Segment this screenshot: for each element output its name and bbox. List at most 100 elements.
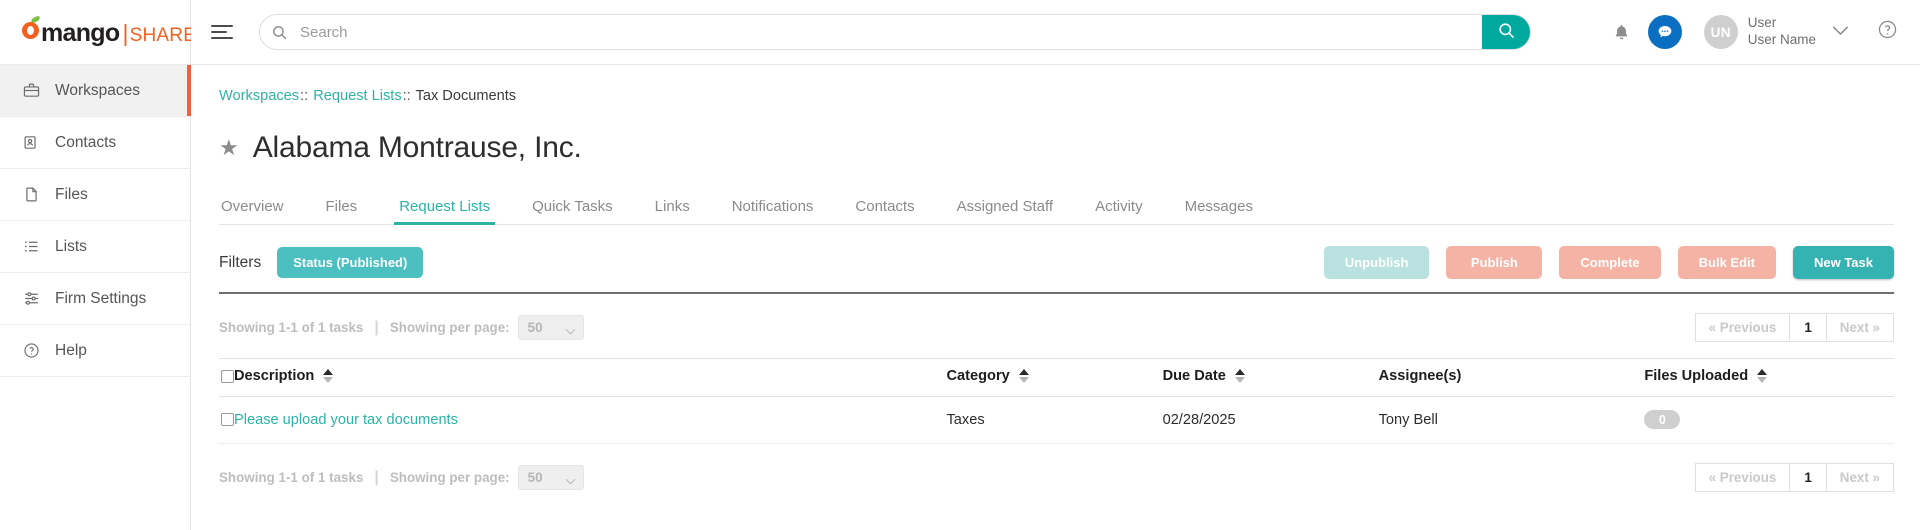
pagination-top: « Previous 1 Next » (1696, 313, 1894, 342)
sidebar-item-workspaces[interactable]: Workspaces (0, 65, 190, 117)
user-line-1: User (1748, 15, 1816, 32)
complete-button[interactable]: Complete (1559, 246, 1660, 279)
pagination-bottom: « Previous 1 Next » (1696, 463, 1894, 492)
next-page-button[interactable]: Next » (1826, 313, 1894, 342)
sort-icon[interactable] (1019, 369, 1029, 383)
select-all-header (219, 359, 234, 397)
column-header-due-date[interactable]: Due Date (1163, 359, 1379, 397)
breadcrumb-link-request-lists[interactable]: Request Lists (313, 88, 401, 104)
column-header-files-uploaded[interactable]: Files Uploaded (1644, 359, 1894, 397)
tab-quick-tasks[interactable]: Quick Tasks (511, 190, 634, 224)
breadcrumb: Workspaces:: Request Lists:: Tax Documen… (219, 65, 1894, 104)
column-label: Category (947, 368, 1010, 384)
breadcrumb-separator: :: (403, 88, 411, 104)
showing-count-label: Showing 1-1 of 1 tasks (219, 470, 363, 485)
select-all-checkbox[interactable] (221, 370, 234, 383)
task-description-link[interactable]: Please upload your tax documents (234, 412, 458, 428)
page-number-button[interactable]: 1 (1789, 313, 1826, 342)
bell-icon[interactable] (1596, 22, 1648, 43)
sidebar-item-label: Lists (55, 238, 87, 256)
tasks-table: Description Category Due Date (219, 358, 1894, 444)
chat-bubble-icon[interactable] (1648, 15, 1682, 49)
sidebar-item-lists[interactable]: Lists (0, 221, 190, 273)
previous-page-button[interactable]: « Previous (1695, 313, 1791, 342)
question-circle-icon (22, 341, 41, 360)
column-label: Due Date (1163, 368, 1226, 384)
cell-assignee: Tony Bell (1379, 397, 1645, 444)
sort-icon[interactable] (1235, 369, 1245, 383)
chevron-down-icon[interactable] (1832, 23, 1849, 41)
tab-notifications[interactable]: Notifications (711, 190, 835, 224)
table-row: Please upload your tax documents Taxes 0… (219, 397, 1894, 444)
bulk-edit-button[interactable]: Bulk Edit (1678, 246, 1776, 279)
column-label: Description (234, 368, 314, 384)
cell-description: Please upload your tax documents (234, 397, 947, 444)
sidebar: mango | SHARE Workspaces (0, 0, 191, 530)
breadcrumb-link-workspaces[interactable]: Workspaces (219, 88, 299, 104)
tab-assigned-staff[interactable]: Assigned Staff (936, 190, 1074, 224)
top-bar: UN User User Name (191, 0, 1920, 65)
sort-icon[interactable] (1757, 369, 1767, 383)
sliders-icon (22, 289, 41, 308)
files-uploaded-badge[interactable]: 0 (1644, 410, 1680, 429)
tab-activity[interactable]: Activity (1074, 190, 1164, 224)
star-icon[interactable]: ★ (219, 137, 239, 159)
brand-logo[interactable]: mango | SHARE (0, 0, 190, 65)
paging-separator: | (374, 469, 378, 487)
sidebar-item-firm-settings[interactable]: Firm Settings (0, 273, 190, 325)
tab-files[interactable]: Files (305, 190, 379, 224)
paging-row-top: Showing 1-1 of 1 tasks | Showing per pag… (219, 313, 1894, 342)
sidebar-item-label: Help (55, 342, 87, 360)
search-submit-button[interactable] (1482, 15, 1530, 49)
sidebar-item-contacts[interactable]: Contacts (0, 117, 190, 169)
publish-button[interactable]: Publish (1446, 246, 1542, 279)
search-icon (260, 15, 298, 49)
tasks-table-head: Description Category Due Date (219, 359, 1894, 397)
table-header-row: Description Category Due Date (219, 359, 1894, 397)
tab-contacts[interactable]: Contacts (834, 190, 935, 224)
cell-category: Taxes (947, 397, 1163, 444)
per-page-select[interactable]: 50 (518, 315, 584, 340)
search-bar (259, 14, 1531, 50)
tab-links[interactable]: Links (634, 190, 711, 224)
column-header-description[interactable]: Description (234, 359, 947, 397)
top-bar-actions: UN User User Name (1570, 15, 1898, 49)
avatar[interactable]: UN (1704, 15, 1738, 49)
column-label: Files Uploaded (1644, 368, 1748, 384)
next-page-button[interactable]: Next » (1826, 463, 1894, 492)
brand-suffix: SHARE (130, 25, 196, 47)
tab-messages[interactable]: Messages (1164, 190, 1274, 224)
question-circle-icon[interactable] (1877, 19, 1898, 45)
sort-icon[interactable] (323, 369, 333, 383)
list-icon (22, 237, 41, 256)
sidebar-nav: Workspaces Contacts Files (0, 65, 190, 377)
sidebar-item-files[interactable]: Files (0, 169, 190, 221)
paging-separator: | (374, 319, 378, 337)
unpublish-button[interactable]: Unpublish (1324, 246, 1430, 279)
column-header-assignees: Assignee(s) (1379, 359, 1645, 397)
user-menu[interactable]: User User Name (1748, 15, 1816, 49)
per-page-label: Showing per page: (390, 470, 510, 485)
filter-bar: Filters Status (Published) Unpublish Pub… (219, 246, 1894, 294)
per-page-select[interactable]: 50 (518, 465, 584, 490)
user-line-2: User Name (1748, 32, 1816, 49)
search-input[interactable] (298, 15, 1482, 49)
row-select-cell (219, 397, 234, 444)
sidebar-item-help[interactable]: Help (0, 325, 190, 377)
filter-status-pill[interactable]: Status (Published) (277, 247, 423, 278)
tab-overview[interactable]: Overview (219, 190, 305, 224)
avatar-initials: UN (1711, 25, 1731, 40)
breadcrumb-separator: :: (300, 88, 308, 104)
page-number-button[interactable]: 1 (1789, 463, 1826, 492)
hamburger-icon[interactable] (211, 21, 237, 43)
tab-request-lists[interactable]: Request Lists (378, 190, 511, 224)
column-header-category[interactable]: Category (947, 359, 1163, 397)
action-buttons: Unpublish Publish Complete Bulk Edit New… (1324, 246, 1894, 279)
tab-bar: Overview Files Request Lists Quick Tasks… (219, 190, 1894, 225)
sidebar-item-label: Workspaces (55, 82, 140, 100)
cell-due-date: 02/28/2025 (1163, 397, 1379, 444)
row-checkbox[interactable] (221, 413, 234, 426)
previous-page-button[interactable]: « Previous (1695, 463, 1791, 492)
new-task-button[interactable]: New Task (1793, 246, 1894, 279)
sidebar-item-label: Contacts (55, 134, 116, 152)
